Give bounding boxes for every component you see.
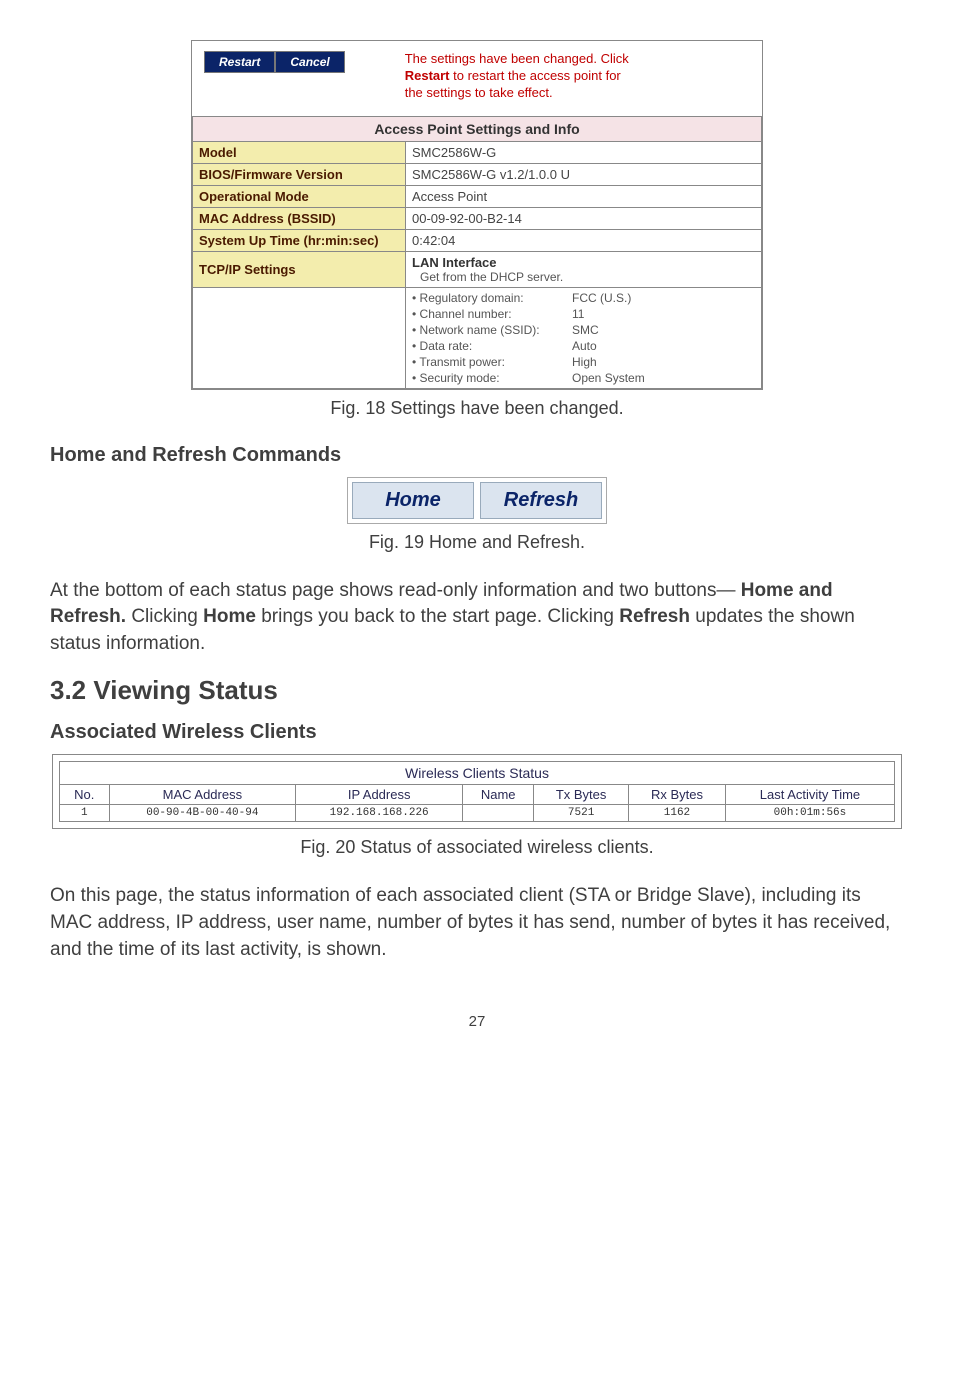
home-refresh-paragraph: At the bottom of each status page shows … (50, 578, 904, 658)
table-row: 1 00-90-4B-00-40-94 192.168.168.226 7521… (60, 805, 895, 822)
home-refresh-buttons: Home Refresh (347, 477, 607, 524)
home-refresh-heading: Home and Refresh Commands (50, 444, 904, 467)
model-label: Model (193, 141, 406, 163)
settings-table: Access Point Settings and Info Model SMC… (192, 116, 762, 389)
col-no: No. (60, 785, 110, 805)
home-button[interactable]: Home (352, 482, 474, 519)
tcpip-value: LAN Interface Get from the DHCP server. (406, 251, 762, 287)
clients-table-wrap: Wireless Clients Status No. MAC Address … (52, 754, 902, 829)
tx-val: High (572, 355, 755, 369)
uptime-value: 0:42:04 (406, 229, 762, 251)
hr-para-bold2: Home (203, 606, 256, 627)
clients-table-title: Wireless Clients Status (60, 762, 895, 785)
col-tx: Tx Bytes (534, 785, 629, 805)
mac-value: 00-09-92-00-B2-14 (406, 207, 762, 229)
cell-name (463, 805, 534, 822)
rate-key: Data rate: (412, 339, 572, 353)
cell-mac: 00-90-4B-00-40-94 (109, 805, 296, 822)
clients-table: Wireless Clients Status No. MAC Address … (59, 761, 895, 822)
mode-label: Operational Mode (193, 185, 406, 207)
restart-button[interactable]: Restart (204, 51, 275, 73)
sec-key: Security mode: (412, 371, 572, 385)
fig18-caption: Fig. 18 Settings have been changed. (50, 398, 904, 419)
lan-interface-title: LAN Interface (412, 255, 755, 270)
channel-key: Channel number: (412, 307, 572, 321)
col-name: Name (463, 785, 534, 805)
panel-top-row: Restart Cancel The settings have been ch… (192, 41, 762, 116)
settings-changed-notice: The settings have been changed. Click Re… (405, 51, 629, 102)
notice-line1: The settings have been changed. Click (405, 51, 629, 66)
bios-label: BIOS/Firmware Version (193, 163, 406, 185)
hr-para-mid1: Clicking (131, 606, 203, 627)
rate-val: Auto (572, 339, 755, 353)
settings-table-title: Access Point Settings and Info (193, 116, 762, 141)
reg-domain-val: FCC (U.S.) (572, 291, 755, 305)
reg-domain-key: Regulatory domain: (412, 291, 572, 305)
associated-clients-heading: Associated Wireless Clients (50, 721, 904, 744)
viewing-status-heading: 3.2 Viewing Status (50, 675, 904, 706)
lan-interface-sub: Get from the DHCP server. (412, 270, 755, 284)
settings-panel: Restart Cancel The settings have been ch… (191, 40, 763, 390)
ssid-val: SMC (572, 323, 755, 337)
page-number: 27 (50, 1013, 904, 1030)
channel-val: 11 (572, 307, 755, 321)
wireless-label-blank (193, 287, 406, 388)
button-row: Restart Cancel (204, 51, 345, 73)
cell-no: 1 (60, 805, 110, 822)
tcpip-label: TCP/IP Settings (193, 251, 406, 287)
mac-label: MAC Address (BSSID) (193, 207, 406, 229)
notice-line2: to restart the access point for (450, 68, 621, 83)
col-mac: MAC Address (109, 785, 296, 805)
bios-value: SMC2586W-G v1.2/1.0.0 U (406, 163, 762, 185)
cell-ip: 192.168.168.226 (296, 805, 463, 822)
col-last: Last Activity Time (725, 785, 894, 805)
notice-bold: Restart (405, 68, 450, 83)
cell-tx: 7521 (534, 805, 629, 822)
cell-rx: 1162 (629, 805, 726, 822)
refresh-button[interactable]: Refresh (480, 482, 602, 519)
mode-value: Access Point (406, 185, 762, 207)
col-rx: Rx Bytes (629, 785, 726, 805)
col-ip: IP Address (296, 785, 463, 805)
fig20-caption: Fig. 20 Status of associated wireless cl… (50, 837, 904, 858)
fig19-caption: Fig. 19 Home and Refresh. (50, 532, 904, 553)
cell-last: 00h:01m:56s (725, 805, 894, 822)
sec-val: Open System (572, 371, 755, 385)
tx-key: Transmit power: (412, 355, 572, 369)
hr-para-mid2: brings you back to the start page. Click… (261, 606, 619, 627)
ssid-key: Network name (SSID): (412, 323, 572, 337)
hr-para-pre: At the bottom of each status page shows … (50, 580, 735, 601)
uptime-label: System Up Time (hr:min:sec) (193, 229, 406, 251)
cancel-button[interactable]: Cancel (275, 51, 344, 73)
hr-para-bold3: Refresh (619, 606, 690, 627)
model-value: SMC2586W-G (406, 141, 762, 163)
notice-line3: the settings to take effect. (405, 85, 553, 100)
wireless-details: Regulatory domain: FCC (U.S.) Channel nu… (406, 287, 762, 388)
clients-paragraph: On this page, the status information of … (50, 883, 904, 963)
